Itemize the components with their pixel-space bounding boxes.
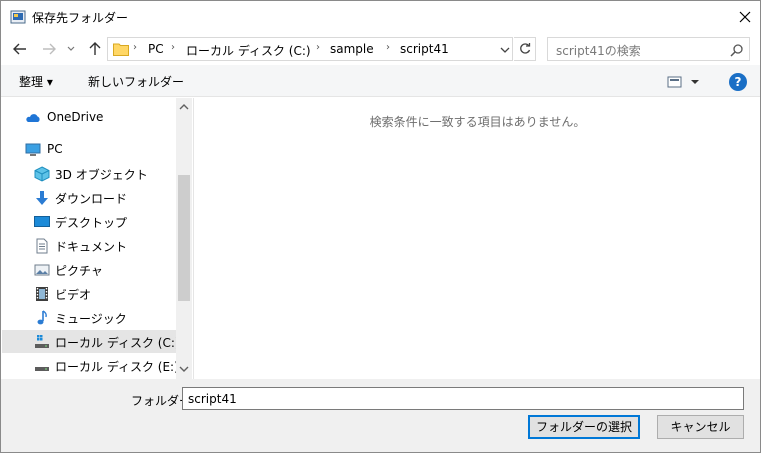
search-box[interactable]: script41の検索	[547, 37, 750, 61]
sidebar-item-music[interactable]: ミュージック	[2, 306, 176, 329]
select-folder-button[interactable]: フォルダーの選択	[528, 415, 640, 439]
dialog-footer: フォルダー: フォルダーの選択 キャンセル	[1, 379, 760, 452]
empty-results-message: 検索条件に一致する項目はありません。	[369, 115, 586, 129]
forward-button[interactable]	[39, 39, 59, 59]
pictures-icon	[34, 264, 50, 276]
documents-icon	[36, 238, 48, 254]
sidebar-item-onedrive[interactable]: OneDrive	[2, 106, 176, 129]
back-button[interactable]	[10, 39, 30, 59]
breadcrumb-script41[interactable]: script41	[400, 42, 449, 56]
sidebar-item-label: ローカル ディスク (C:)	[55, 336, 180, 350]
sidebar-item-3d-objects[interactable]: 3D オブジェクト	[2, 162, 176, 185]
sidebar-item-pictures[interactable]: ピクチャ	[2, 258, 176, 281]
local-disk-icon	[35, 335, 49, 348]
sidebar-item-pc[interactable]: PC	[2, 138, 176, 161]
3d-objects-icon	[34, 166, 50, 182]
sidebar-item-local-disk-e[interactable]: ローカル ディスク (E:)	[2, 354, 179, 377]
breadcrumb-sample[interactable]: sample	[330, 42, 374, 56]
arrow-right-icon	[43, 43, 56, 55]
onedrive-icon	[26, 114, 40, 122]
cancel-button[interactable]: キャンセル	[657, 415, 744, 439]
sidebar-item-label: PC	[47, 142, 63, 156]
breadcrumb-local-disk[interactable]: ローカル ディスク (C:)	[186, 42, 311, 59]
change-view-button[interactable]	[667, 74, 703, 90]
close-button[interactable]	[730, 3, 760, 30]
sidebar-item-documents[interactable]: ドキュメント	[2, 234, 176, 257]
folder-picker-dialog: 保存先フォルダー › PC › ローカル ディスク (C:) › sample …	[0, 0, 761, 453]
file-list-area[interactable]: 検索条件に一致する項目はありません。	[193, 98, 760, 379]
folder-name-input[interactable]	[182, 387, 744, 410]
video-icon	[36, 287, 48, 301]
sidebar-item-label: 3D オブジェクト	[55, 168, 148, 182]
help-button[interactable]: ?	[729, 73, 747, 91]
command-toolbar: 整理 ▾ 新しいフォルダー ?	[1, 65, 760, 97]
music-icon	[37, 310, 47, 325]
chevron-right-icon: ›	[316, 42, 320, 53]
sidebar-item-label: ピクチャ	[55, 264, 103, 278]
title-bar: 保存先フォルダー	[1, 1, 760, 32]
chevron-right-icon: ›	[171, 42, 175, 53]
new-folder-button[interactable]: 新しいフォルダー	[88, 73, 184, 90]
sidebar-item-downloads[interactable]: ダウンロード	[2, 186, 176, 209]
arrow-left-icon	[13, 43, 26, 55]
scrollbar-thumb[interactable]	[178, 175, 190, 301]
local-disk-icon	[35, 367, 49, 371]
breadcrumb-pc[interactable]: PC	[148, 42, 164, 56]
chevron-right-icon: ›	[133, 42, 137, 53]
folder-icon	[113, 43, 129, 56]
arrow-up-icon	[89, 42, 101, 55]
refresh-button[interactable]	[514, 37, 536, 61]
app-icon	[10, 10, 26, 24]
sidebar-item-label: ビデオ	[55, 288, 92, 302]
scroll-down-icon[interactable]	[178, 363, 190, 375]
sidebar-item-local-disk-c[interactable]: ローカル ディスク (C:)	[2, 330, 180, 353]
sidebar-item-label: OneDrive	[47, 110, 104, 124]
sidebar-item-desktop[interactable]: デスクトップ	[2, 210, 176, 233]
download-icon	[36, 191, 48, 205]
search-icon	[730, 44, 743, 57]
sidebar-item-label: ダウンロード	[55, 192, 128, 206]
sidebar-item-label: デスクトップ	[55, 216, 128, 230]
refresh-icon	[519, 43, 530, 54]
pc-icon	[25, 143, 41, 156]
address-bar[interactable]: › PC › ローカル ディスク (C:) › sample › script4…	[107, 37, 513, 61]
window-title: 保存先フォルダー	[32, 11, 129, 25]
address-dropdown-icon[interactable]	[498, 43, 512, 57]
sidebar-item-videos[interactable]: ビデオ	[2, 282, 176, 305]
desktop-icon	[34, 216, 50, 227]
organize-button[interactable]: 整理 ▾	[19, 73, 53, 90]
navigation-pane-scrollbar[interactable]	[176, 98, 192, 379]
navigation-bar: › PC › ローカル ディスク (C:) › sample › script4…	[1, 32, 760, 65]
sidebar-item-label: ドキュメント	[55, 240, 128, 254]
up-button[interactable]	[85, 39, 105, 59]
close-icon	[739, 11, 751, 22]
search-placeholder: script41の検索	[556, 44, 641, 58]
scroll-up-icon[interactable]	[178, 101, 190, 113]
sidebar-item-label: ミュージック	[55, 312, 127, 326]
chevron-down-icon	[67, 46, 75, 51]
recent-locations-button[interactable]	[64, 39, 78, 59]
navigation-pane: OneDrive PC 3D オブジェクト ダウンロード デスクトップ ドキュメ…	[1, 98, 192, 379]
sidebar-item-label: ローカル ディスク (E:)	[55, 360, 179, 374]
chevron-right-icon: ›	[386, 42, 390, 53]
